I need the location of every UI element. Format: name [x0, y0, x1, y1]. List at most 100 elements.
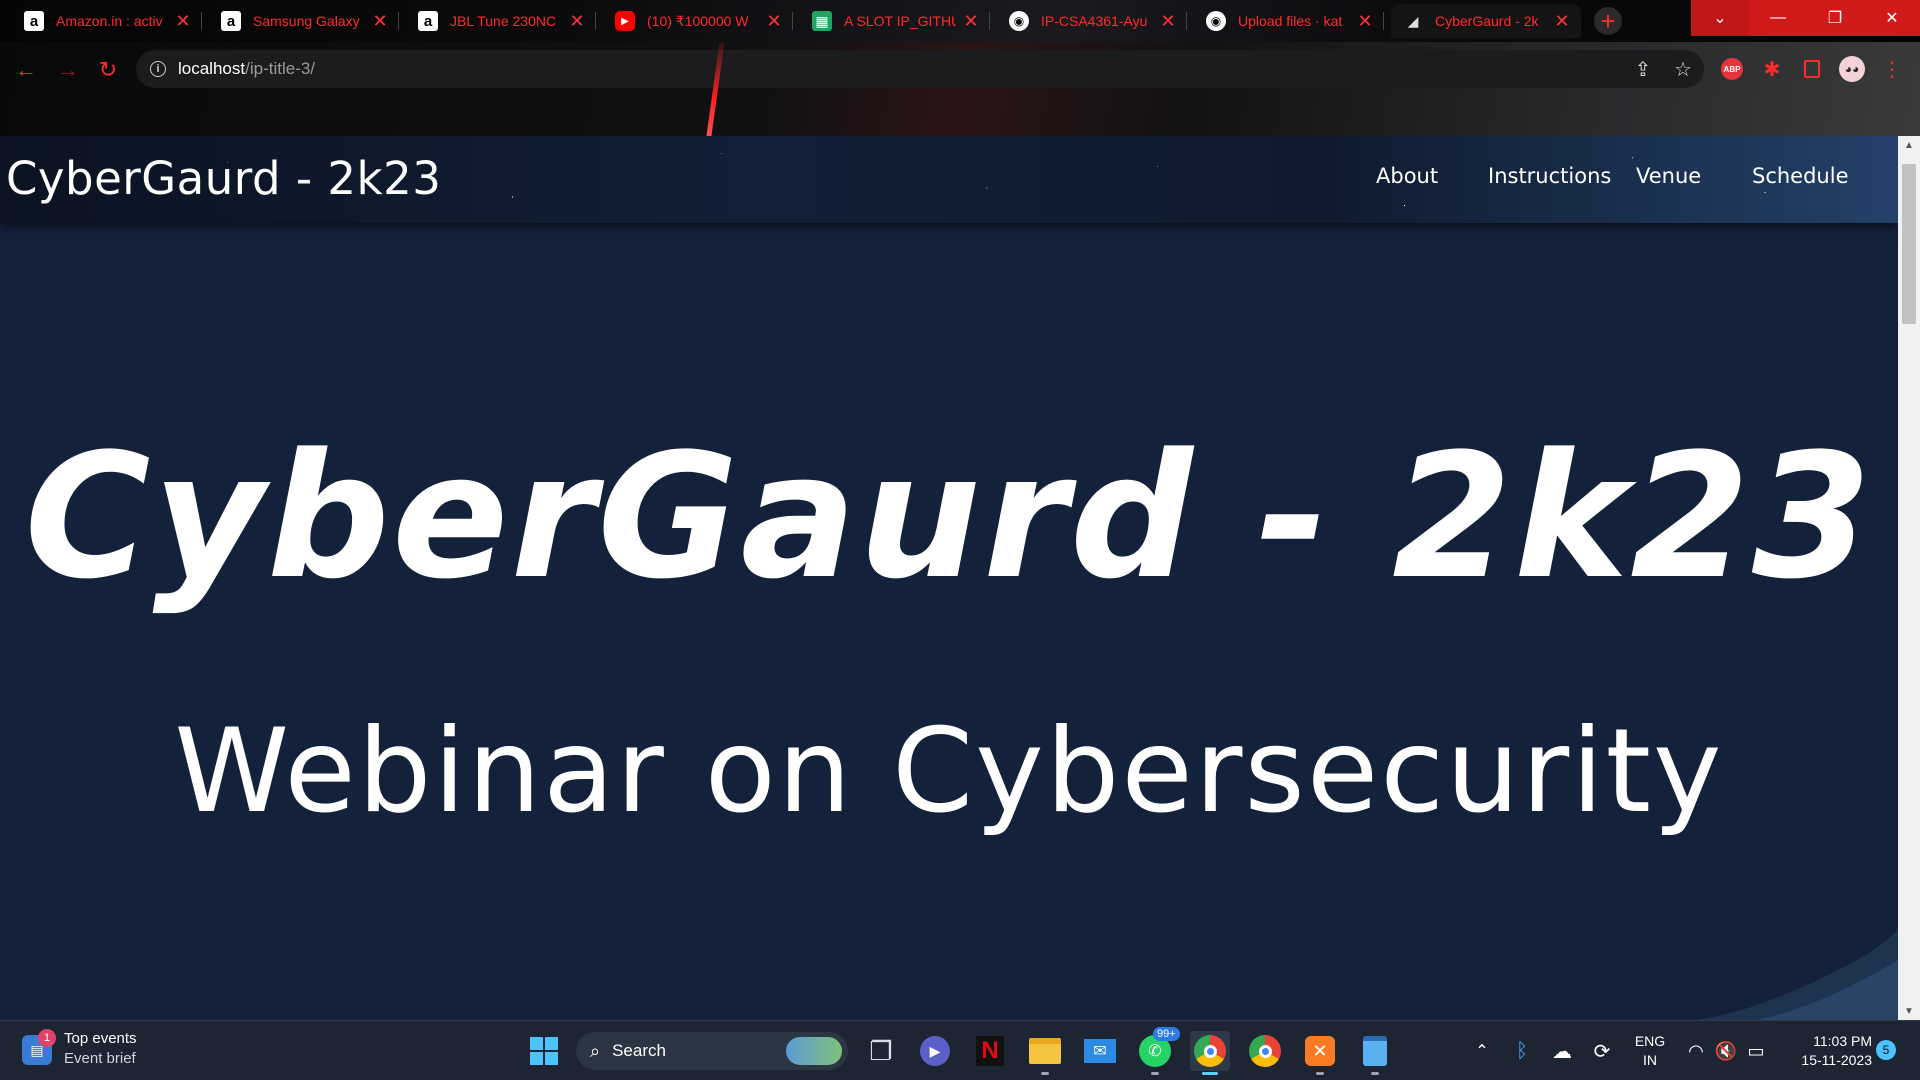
search-label: Search [612, 1041, 666, 1060]
chrome-active-icon[interactable] [1190, 1031, 1230, 1075]
scroll-up-arrow-icon[interactable]: ▲ [1898, 136, 1920, 154]
battery-icon[interactable]: ▭ [1736, 1031, 1776, 1071]
close-icon[interactable]: ✕ [1159, 11, 1177, 32]
back-icon[interactable]: ← [12, 56, 40, 84]
hero-subtitle: Webinar on Cybersecurity [174, 704, 1724, 839]
reload-icon[interactable]: ↻ [94, 56, 122, 84]
tab-search-button[interactable]: ⌄ [1691, 0, 1749, 36]
adblock-label: ABP [1721, 58, 1743, 80]
profile-avatar[interactable]: ◕◕ [1837, 54, 1867, 84]
tab-jbl[interactable]: a JBL Tune 230NC ✕ [406, 4, 596, 38]
mail-icon[interactable]: ✉ [1080, 1031, 1120, 1071]
file-explorer-icon[interactable] [1025, 1031, 1065, 1075]
tab-amazon[interactable]: a Amazon.in : activ ✕ [12, 4, 202, 38]
tab-samsung[interactable]: a Samsung Galaxy ✕ [209, 4, 399, 38]
notepad-icon[interactable] [1355, 1031, 1395, 1075]
site-navbar: CyberGaurd - 2k23 About Instructions Ven… [0, 136, 1898, 223]
taskbar-search[interactable]: ⌕ Search [576, 1032, 848, 1070]
widgets-icon[interactable]: ▤ 1 [22, 1029, 56, 1065]
tab-cybergaurd[interactable]: ◢ CyberGaurd - 2k ✕ [1391, 4, 1581, 38]
amazon-icon: a [221, 11, 241, 31]
hero-title: CyberGaurd - 2k23 [24, 416, 1874, 617]
notification-count-badge[interactable]: 5 [1876, 1040, 1896, 1060]
nav-about[interactable]: About [1376, 164, 1438, 188]
tab-github-1[interactable]: ◉ IP-CSA4361-Ayu ✕ [997, 4, 1187, 38]
clock-date: 15-11-2023 [1801, 1052, 1872, 1068]
widget-subtitle[interactable]: Event brief [64, 1050, 136, 1067]
restore-button[interactable]: ❐ [1806, 0, 1864, 36]
close-icon[interactable]: ✕ [174, 11, 192, 32]
search-icon: ⌕ [590, 1040, 601, 1061]
lang-top: ENG [1634, 1033, 1666, 1049]
tab-title: IP-CSA4361-Ayu [1041, 13, 1148, 29]
chrome-profile-icon[interactable] [1245, 1031, 1285, 1071]
scroll-down-arrow-icon[interactable]: ▼ [1898, 1002, 1920, 1020]
youtube-icon: ▶ [615, 11, 635, 31]
tab-title: A SLOT IP_GITHU [844, 13, 956, 29]
adblock-icon[interactable]: ABP [1717, 54, 1747, 84]
widget-title[interactable]: Top events [64, 1030, 137, 1047]
amazon-icon: a [418, 11, 438, 31]
sheets-icon: ▦ [812, 11, 832, 31]
tab-youtube[interactable]: ▶ (10) ₹100000 W ✕ [603, 4, 793, 38]
close-icon[interactable]: ✕ [568, 11, 586, 32]
clock-time: 11:03 PM [1813, 1033, 1872, 1049]
new-tab-button[interactable]: + [1594, 6, 1622, 36]
close-icon[interactable]: ✕ [371, 11, 389, 32]
tab-title: Upload files · kat [1238, 13, 1343, 29]
task-view-icon[interactable]: ❐ [861, 1031, 901, 1071]
tab-title: Samsung Galaxy [253, 13, 360, 29]
nav-instructions[interactable]: Instructions [1488, 164, 1611, 188]
nav-venue[interactable]: Venue [1636, 164, 1701, 188]
extensions-puzzle-icon[interactable]: ✱ [1757, 54, 1787, 84]
menu-kebab-icon[interactable]: ⋮ [1877, 54, 1907, 84]
tab-strip: a Amazon.in : activ ✕ a Samsung Galaxy ✕… [0, 0, 1920, 42]
tab-sheets[interactable]: ▦ A SLOT IP_GITHU ✕ [800, 4, 990, 38]
page-viewport: CyberGaurd - 2k23 About Instructions Ven… [0, 136, 1898, 1020]
bookmark-star-icon[interactable]: ☆ [1668, 54, 1698, 84]
bluetooth-icon[interactable]: ᛒ [1502, 1031, 1542, 1071]
close-window-button[interactable]: ✕ [1863, 0, 1920, 36]
close-icon[interactable]: ✕ [765, 11, 783, 32]
xampp-icon[interactable]: ✕ [1300, 1031, 1340, 1075]
forward-icon[interactable]: → [54, 56, 82, 84]
github-icon: ◉ [1009, 11, 1029, 31]
tab-title: Amazon.in : activ [56, 13, 163, 29]
windows-taskbar: ▤ 1 Top events Event brief ⌕ Search ❐ ▶ … [0, 1020, 1920, 1080]
sync-icon[interactable]: ⟳ [1582, 1031, 1622, 1071]
address-bar[interactable]: i localhost/ip-title-3/ [136, 50, 1704, 88]
netflix-icon[interactable]: N [970, 1031, 1010, 1071]
tray-chevron-up-icon[interactable]: ⌃ [1462, 1031, 1502, 1071]
tab-title: CyberGaurd - 2k [1435, 13, 1539, 29]
page-scrollbar[interactable]: ▲ ▼ [1898, 136, 1920, 1020]
site-icon: ◢ [1407, 12, 1419, 29]
toolbar: ← → ↻ i localhost/ip-title-3/ ⇪ ☆ ABP ✱ … [0, 42, 1920, 136]
tab-github-2[interactable]: ◉ Upload files · kat ✕ [1194, 4, 1384, 38]
share-icon[interactable]: ⇪ [1628, 54, 1658, 84]
close-icon[interactable]: ✕ [962, 11, 980, 32]
onedrive-cloud-icon[interactable]: ☁ [1542, 1031, 1582, 1071]
lang-bottom: IN [1643, 1052, 1657, 1068]
tab-title: (10) ₹100000 W [647, 12, 749, 29]
clock[interactable]: 11:03 PM 15-11-2023 [1778, 1032, 1872, 1070]
side-panel-icon[interactable] [1797, 54, 1827, 84]
scroll-thumb[interactable] [1902, 164, 1916, 324]
site-brand[interactable]: CyberGaurd - 2k23 [6, 152, 441, 205]
whatsapp-icon[interactable]: ✆ 99+ [1135, 1027, 1180, 1075]
url-host: localhost [178, 59, 246, 78]
amazon-icon: a [24, 11, 44, 31]
url-path: /ip-title-3/ [245, 59, 316, 78]
minimize-button[interactable]: — [1749, 0, 1807, 36]
start-windows-icon[interactable] [524, 1031, 564, 1071]
teams-chat-icon[interactable]: ▶ [915, 1031, 955, 1071]
whatsapp-badge: 99+ [1153, 1027, 1180, 1041]
nav-schedule[interactable]: Schedule [1752, 164, 1849, 188]
site-info-icon[interactable]: i [150, 61, 166, 77]
github-icon: ◉ [1206, 11, 1226, 31]
tab-title: JBL Tune 230NC [450, 13, 557, 29]
widget-badge: 1 [38, 1029, 56, 1047]
close-icon[interactable]: ✕ [1356, 11, 1374, 32]
wave-decoration [1698, 930, 1898, 1020]
language-indicator[interactable]: ENG IN [1628, 1032, 1672, 1070]
close-icon[interactable]: ✕ [1553, 11, 1571, 32]
